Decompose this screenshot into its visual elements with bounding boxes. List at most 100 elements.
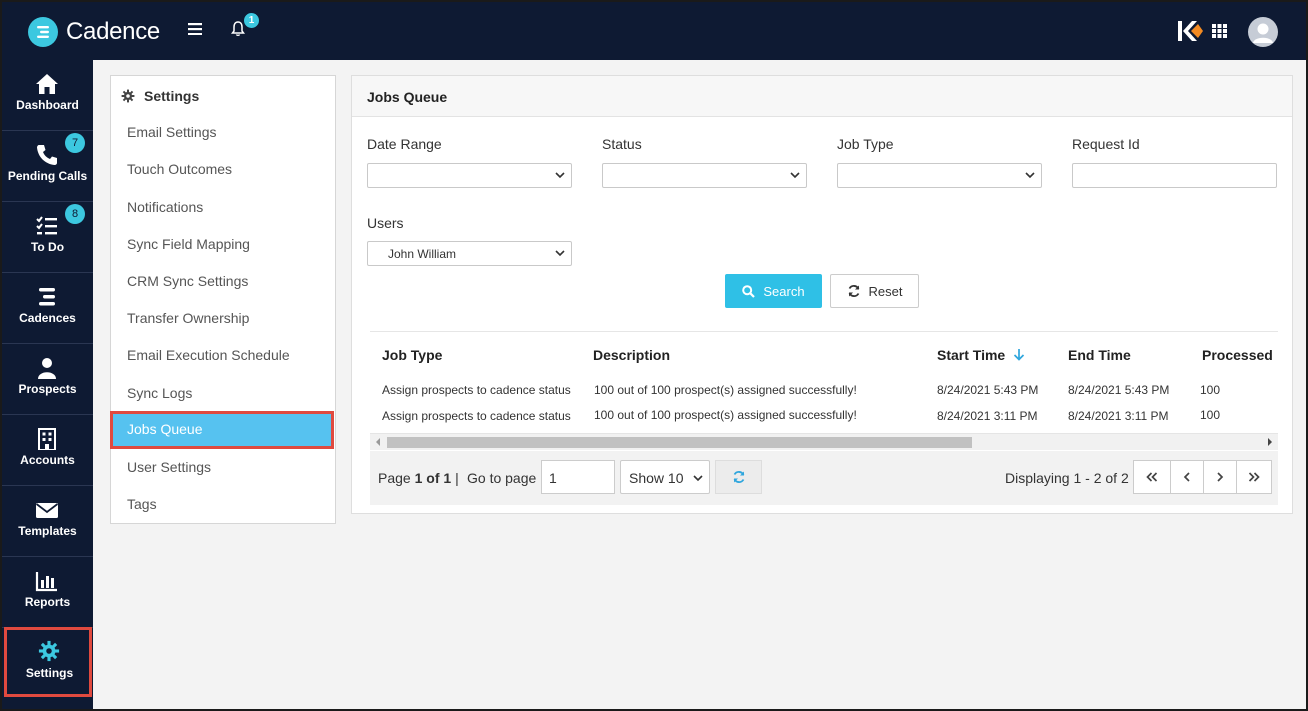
app-logo[interactable]: Cadence — [28, 17, 160, 47]
chevron-down-icon — [555, 172, 565, 179]
chevron-left-icon — [1183, 472, 1190, 482]
cell-processed: 100 — [1200, 383, 1221, 397]
users-select[interactable]: John William — [367, 241, 572, 266]
reset-button-label: Reset — [868, 283, 903, 299]
nav-label: Dashboard — [16, 98, 79, 112]
go-to-page-input[interactable]: 1 — [541, 460, 615, 494]
settings-item-user-settings[interactable]: User Settings — [111, 449, 335, 485]
settings-item-crm-sync-settings[interactable]: CRM Sync Settings — [111, 263, 335, 299]
top-header: Cadence 1 — [2, 2, 1306, 60]
checklist-icon — [35, 215, 59, 237]
building-icon — [35, 428, 59, 451]
chevron-right-icon — [1217, 472, 1224, 482]
status-label: Status — [602, 136, 642, 152]
table-divider — [370, 331, 1278, 332]
sort-down-arrow-icon — [1014, 349, 1025, 361]
cell-end-time: 8/24/2021 3:11 PM — [1068, 409, 1169, 423]
column-header-processed[interactable]: Processed — [1202, 347, 1273, 363]
job-type-select[interactable] — [837, 163, 1042, 188]
cell-end-time: 8/24/2021 5:43 PM — [1068, 383, 1170, 397]
hamburger-menu-icon[interactable] — [188, 22, 202, 40]
double-chevron-left-icon — [1146, 472, 1158, 482]
refresh-icon — [848, 285, 859, 297]
nav-cadences[interactable]: Cadences — [2, 273, 93, 344]
column-header-description[interactable]: Description — [593, 347, 670, 363]
scrollbar-thumb[interactable] — [387, 437, 972, 448]
cell-job-type: Assign prospects to cadence status — [382, 383, 571, 397]
next-page-button[interactable] — [1203, 460, 1237, 494]
go-to-page-label: Go to page — [467, 470, 537, 486]
nav-label: To Do — [30, 240, 65, 254]
users-label: Users — [367, 215, 404, 231]
notification-bell-icon[interactable] — [231, 21, 245, 42]
scroll-right-arrow-icon — [1268, 438, 1272, 446]
nav-accounts[interactable]: Accounts — [2, 415, 93, 486]
status-select[interactable] — [602, 163, 807, 188]
nav-label: Reports — [24, 595, 71, 609]
nav-to-do[interactable]: 8 To Do — [2, 202, 93, 273]
start-time-label: Start Time — [937, 347, 1006, 363]
users-select-value: John William — [388, 247, 457, 261]
refresh-button[interactable] — [715, 460, 762, 494]
search-icon — [742, 284, 756, 298]
nav-settings[interactable]: Settings — [4, 627, 92, 697]
settings-item-sync-logs[interactable]: Sync Logs — [111, 375, 335, 411]
settings-item-tags[interactable]: Tags — [111, 486, 335, 522]
pending-calls-badge: 7 — [65, 133, 85, 153]
k-logo-icon[interactable] — [1178, 21, 1204, 46]
horizontal-scrollbar[interactable] — [370, 433, 1278, 450]
chevron-down-icon — [1025, 172, 1035, 179]
page-indicator: Page 1 of 1 | — [378, 470, 459, 486]
nav-dashboard[interactable]: Dashboard — [2, 60, 93, 131]
request-id-input[interactable] — [1072, 163, 1277, 188]
chevron-down-icon — [790, 172, 800, 179]
page-size-select[interactable]: Show 10 — [620, 460, 710, 494]
last-page-button[interactable] — [1236, 460, 1272, 494]
settings-item-notifications[interactable]: Notifications — [111, 189, 335, 225]
first-page-button[interactable] — [1133, 460, 1171, 494]
settings-item-touch-outcomes[interactable]: Touch Outcomes — [111, 151, 335, 187]
nav-label: Templates — [18, 524, 77, 538]
jobs-queue-card: Jobs Queue Date Range Status Job Type Re… — [351, 75, 1293, 514]
nav-label: Accounts — [20, 453, 75, 467]
settings-panel: Settings Email Settings Touch Outcomes N… — [110, 75, 336, 524]
cell-start-time: 8/24/2021 3:11 PM — [937, 409, 1038, 423]
page-of: 1 of 1 — [414, 470, 452, 486]
nav-label: Prospects — [18, 382, 77, 396]
settings-item-email-execution-schedule[interactable]: Email Execution Schedule — [111, 337, 335, 373]
nav-templates[interactable]: Templates — [2, 486, 93, 557]
column-header-start-time[interactable]: Start Time — [937, 347, 1025, 363]
previous-page-button[interactable] — [1170, 460, 1204, 494]
double-chevron-right-icon — [1248, 472, 1260, 482]
scroll-left-arrow-icon — [376, 438, 380, 446]
user-avatar[interactable] — [1248, 17, 1278, 47]
settings-gear-icon — [121, 89, 135, 103]
chevron-down-icon — [555, 250, 565, 257]
cadence-logo-icon — [28, 17, 58, 47]
search-button-label: Search — [763, 283, 805, 299]
apps-grid-icon[interactable] — [1212, 24, 1227, 43]
home-icon — [35, 73, 59, 95]
nav-label: Cadences — [19, 311, 76, 325]
person-icon — [35, 357, 59, 379]
date-range-label: Date Range — [367, 136, 442, 152]
refresh-icon — [733, 471, 744, 483]
column-header-job-type[interactable]: Job Type — [382, 347, 442, 363]
nav-reports[interactable]: Reports — [2, 557, 93, 628]
nav-pending-calls[interactable]: 7 Pending Calls — [2, 131, 93, 202]
bar-chart-icon — [35, 570, 59, 592]
pagination-bar: Page 1 of 1 | Go to page 1 Show 10 Displ… — [370, 451, 1278, 505]
settings-item-sync-field-mapping[interactable]: Sync Field Mapping — [111, 226, 335, 262]
envelope-icon — [35, 499, 59, 521]
settings-item-jobs-queue[interactable]: Jobs Queue — [110, 411, 334, 449]
column-header-end-time[interactable]: End Time — [1068, 347, 1131, 363]
gear-icon — [37, 640, 61, 662]
reset-button[interactable]: Reset — [830, 274, 919, 308]
nav-prospects[interactable]: Prospects — [2, 344, 93, 415]
date-range-select[interactable] — [367, 163, 572, 188]
card-title: Jobs Queue — [352, 76, 1292, 117]
search-button[interactable]: Search — [725, 274, 822, 308]
cell-start-time: 8/24/2021 5:43 PM — [937, 383, 1039, 397]
settings-item-transfer-ownership[interactable]: Transfer Ownership — [111, 300, 335, 336]
settings-item-email-settings[interactable]: Email Settings — [111, 114, 335, 150]
